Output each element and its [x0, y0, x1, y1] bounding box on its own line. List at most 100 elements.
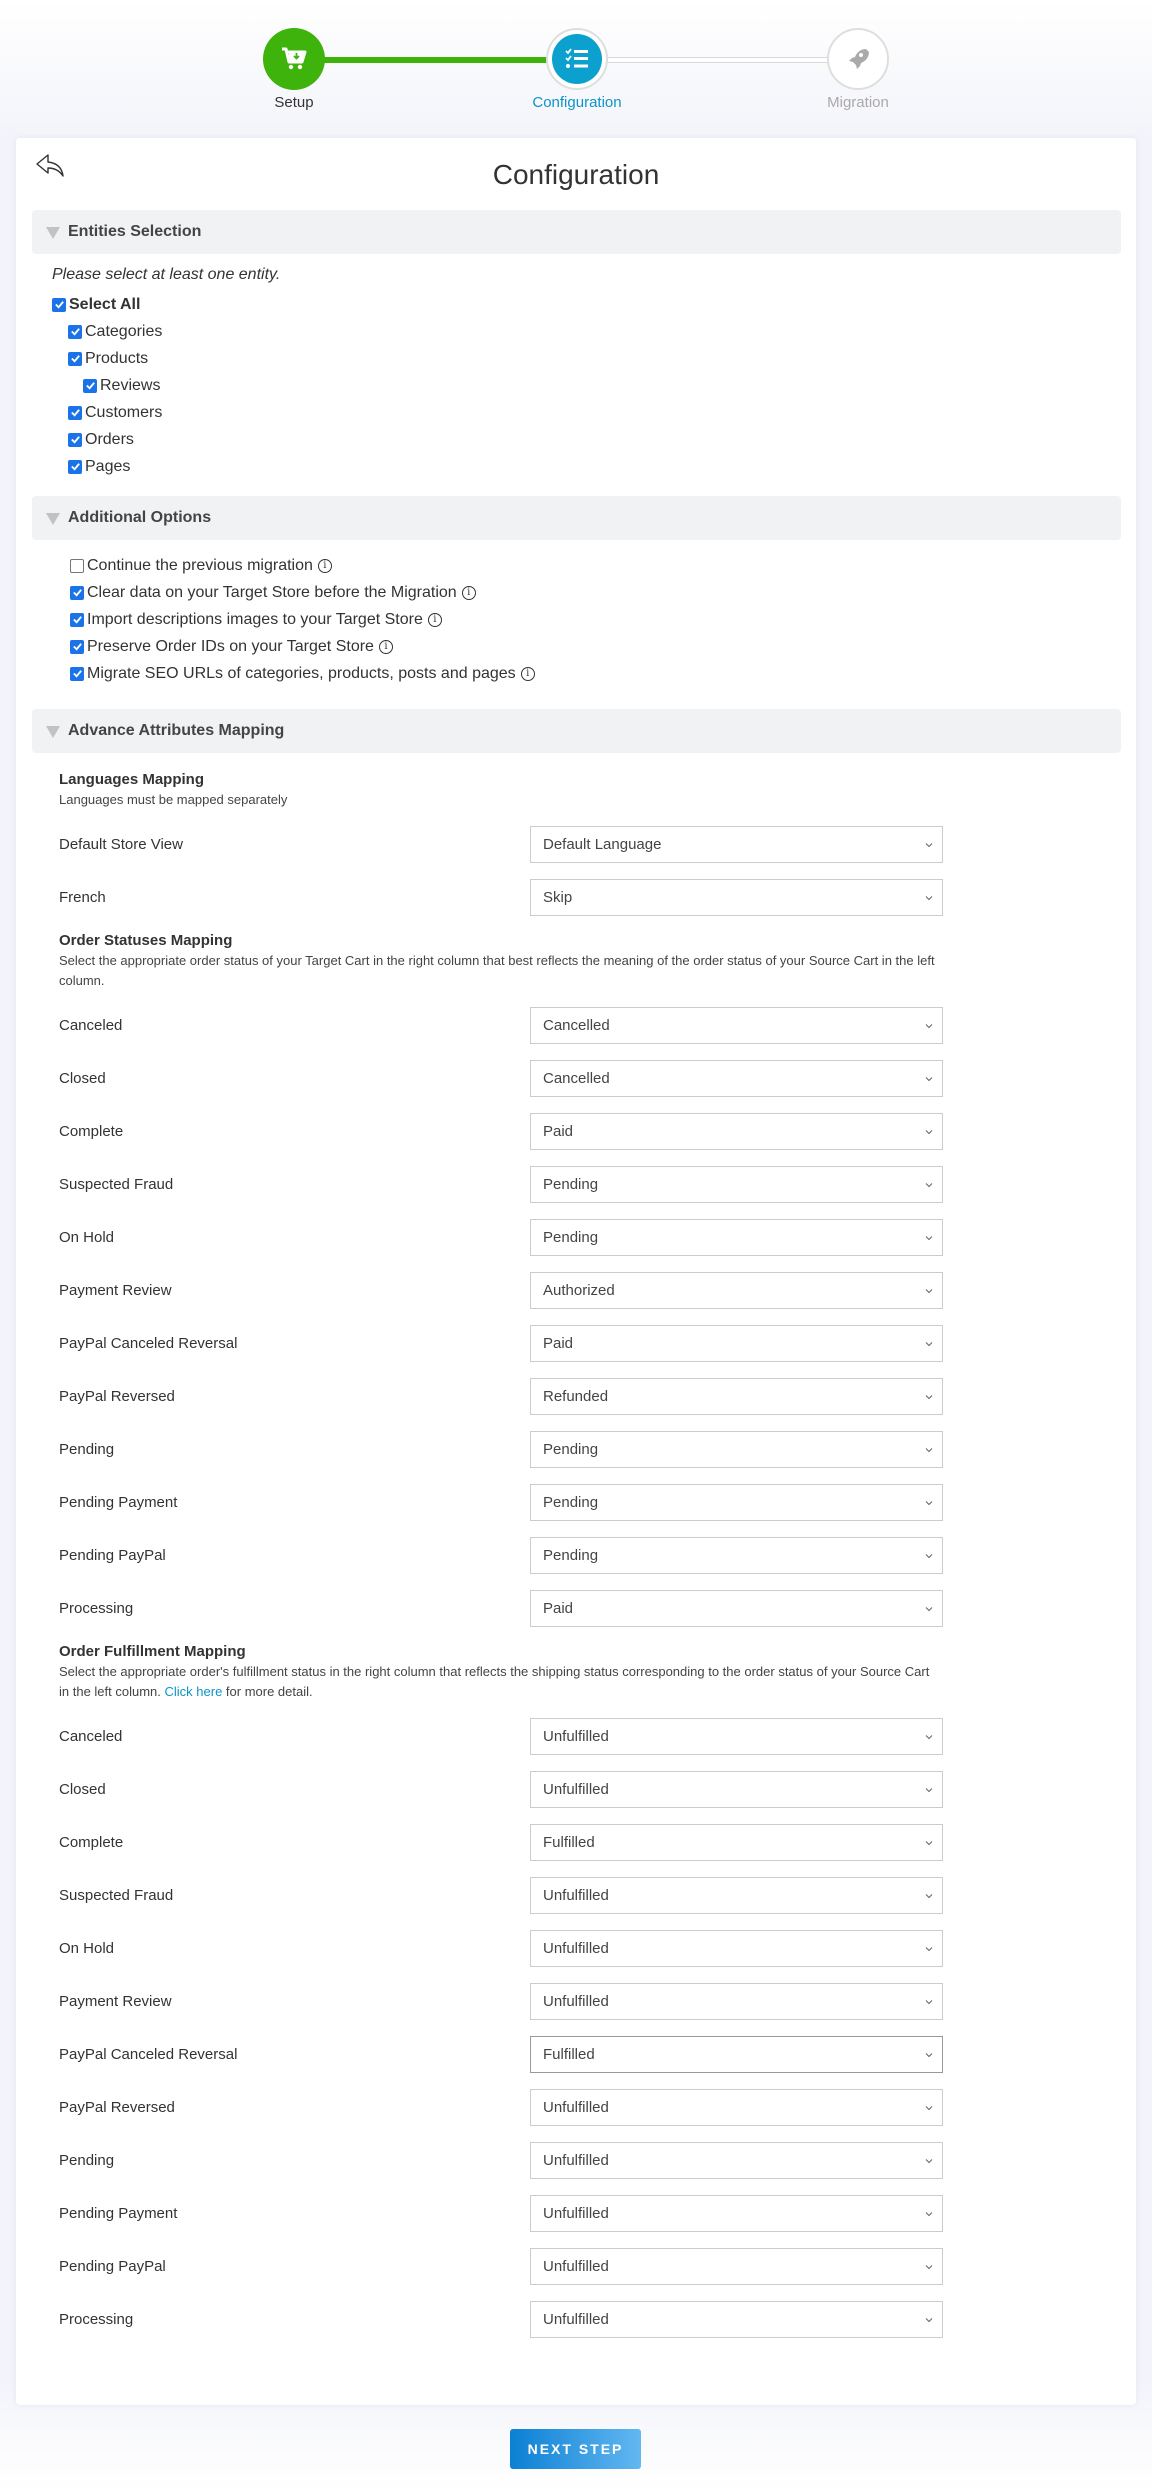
mapping-target-select[interactable]: Cancelled	[530, 1060, 943, 1097]
mapping-row: PayPal Reversed Unfulfilled	[59, 2081, 1136, 2134]
reply-arrow-icon	[36, 154, 64, 177]
click-here-link[interactable]: Click here	[165, 1684, 223, 1699]
mapping-target-select[interactable]: Unfulfilled	[530, 1771, 943, 1808]
select-value: Paid	[543, 1600, 574, 1617]
select-value: Unfulfilled	[543, 2258, 609, 2275]
entity-checkbox[interactable]	[83, 378, 97, 393]
section-header-entities[interactable]: Entities Selection	[32, 210, 1121, 254]
entity-label: Products	[85, 349, 149, 367]
mapping-target-select[interactable]: Cancelled	[530, 1007, 943, 1044]
chevron-down-icon	[925, 842, 933, 847]
checkmark-icon	[72, 589, 82, 597]
mapping-target-select[interactable]: Unfulfilled	[530, 2248, 943, 2285]
info-icon[interactable]: i	[317, 558, 332, 573]
info-icon[interactable]: i	[461, 585, 476, 600]
mapping-row: PayPal Reversed Refunded	[59, 1370, 1136, 1423]
order-statuses-rows: Canceled Cancelled Closed Cancelled Complete…	[59, 999, 1136, 1635]
mapping-target-select[interactable]: Pending	[530, 1166, 943, 1203]
select-value: Refunded	[543, 1388, 609, 1405]
info-icon[interactable]: i	[378, 639, 393, 654]
mapping-target-select[interactable]: Unfulfilled	[530, 2142, 943, 2179]
mapping-target-select[interactable]: Pending	[530, 1537, 943, 1574]
entity-checkbox[interactable]	[68, 405, 82, 420]
option-checkbox[interactable]	[70, 585, 84, 600]
mapping-target-select[interactable]: Unfulfilled	[530, 1930, 943, 1967]
chevron-down-icon	[925, 1500, 933, 1505]
option-checkbox[interactable]	[70, 612, 84, 627]
mapping-target-select[interactable]: Unfulfilled	[530, 2089, 943, 2126]
mapping-target-select[interactable]: Unfulfilled	[530, 1983, 943, 2020]
back-button[interactable]	[34, 152, 68, 180]
option-checkbox[interactable]	[70, 558, 84, 573]
mapping-source-label: On Hold	[59, 1229, 115, 1246]
section-header-additional-options[interactable]: Additional Options	[32, 496, 1121, 540]
select-value: Pending	[543, 1176, 599, 1193]
step-migration[interactable]: Migration	[788, 28, 928, 111]
order-fulfillment-title: Order Fulfillment Mapping	[59, 1643, 246, 1660]
next-step-button[interactable]: NEXT STEP	[510, 2429, 641, 2469]
select-value: Unfulfilled	[543, 1940, 609, 1957]
mapping-source-label: Processing	[59, 2311, 134, 2328]
mapping-source-label: Default Store View	[59, 836, 183, 853]
checkmark-icon	[72, 616, 82, 624]
mapping-target-select[interactable]: Unfulfilled	[530, 2195, 943, 2232]
step-configuration[interactable]: Configuration	[507, 28, 647, 111]
select-value: Unfulfilled	[543, 1781, 609, 1798]
mapping-target-select[interactable]: Pending	[530, 1219, 943, 1256]
mapping-target-select[interactable]: Paid	[530, 1113, 943, 1150]
info-icon[interactable]: i	[427, 612, 442, 627]
mapping-target-select[interactable]: Pending	[530, 1484, 943, 1521]
mapping-target-select[interactable]: Unfulfilled	[530, 1718, 943, 1755]
entity-label: Customers	[85, 403, 163, 421]
mapping-target-select[interactable]: Fulfilled	[530, 2036, 943, 2073]
option-checkbox[interactable]	[70, 639, 84, 654]
select-value: Authorized	[543, 1282, 615, 1299]
checkmark-icon	[70, 409, 80, 417]
mapping-target-select[interactable]: Authorized	[530, 1272, 943, 1309]
cart-download-icon	[282, 47, 307, 70]
select-all-label: Select All	[69, 295, 141, 313]
mapping-row: Processing Paid	[59, 1582, 1136, 1635]
mapping-target-select[interactable]: Paid	[530, 1325, 943, 1362]
mapping-target-select[interactable]: Unfulfilled	[530, 1877, 943, 1914]
mapping-target-select[interactable]: Refunded	[530, 1378, 943, 1415]
section-header-advance-mapping[interactable]: Advance Attributes Mapping	[32, 709, 1121, 753]
collapse-triangle-icon	[46, 726, 60, 738]
mapping-row: Default Store View Default Language	[59, 818, 1136, 871]
mapping-target-select[interactable]: Unfulfilled	[530, 2301, 943, 2338]
mapping-row: Canceled Unfulfilled	[59, 1710, 1136, 1763]
option-label: Clear data on your Target Store before t…	[87, 583, 457, 601]
mapping-target-select[interactable]: Paid	[530, 1590, 943, 1627]
mapping-target-select[interactable]: Skip	[530, 879, 943, 916]
chevron-down-icon	[925, 1341, 933, 1346]
info-icon[interactable]: i	[520, 666, 535, 681]
mapping-source-label: Pending Payment	[59, 1494, 178, 1511]
mapping-row: Payment Review Authorized	[59, 1264, 1136, 1317]
step-configuration-circle	[546, 28, 608, 90]
mapping-row: Pending Payment Unfulfilled	[59, 2187, 1136, 2240]
step-migration-circle	[827, 28, 889, 90]
page-title: Configuration	[492, 159, 660, 190]
mapping-source-label: Closed	[59, 1781, 106, 1798]
chevron-down-icon	[925, 1288, 933, 1293]
mapping-target-select[interactable]: Fulfilled	[530, 1824, 943, 1861]
entity-checkbox[interactable]	[68, 324, 82, 339]
mapping-target-select[interactable]: Pending	[530, 1431, 943, 1468]
mapping-target-select[interactable]: Default Language	[530, 826, 943, 863]
select-value: Unfulfilled	[543, 2152, 609, 2169]
option-label: Continue the previous migration	[87, 556, 313, 574]
mapping-row: Complete Fulfilled	[59, 1816, 1136, 1869]
step-setup[interactable]: Setup	[224, 28, 364, 111]
select-value: Skip	[543, 889, 573, 906]
entity-checkbox[interactable]	[68, 432, 82, 447]
mapping-source-label: Pending	[59, 1441, 115, 1458]
mapping-row: Canceled Cancelled	[59, 999, 1136, 1052]
checklist-icon	[565, 48, 588, 68]
select-value: Paid	[543, 1123, 574, 1140]
entity-checkbox[interactable]	[68, 351, 82, 366]
entity-checkbox[interactable]	[68, 459, 82, 474]
mapping-source-label: PayPal Reversed	[59, 2099, 175, 2116]
select-all-checkbox[interactable]	[52, 297, 66, 312]
option-label: Migrate SEO URLs of categories, products…	[87, 664, 516, 682]
option-checkbox[interactable]	[70, 666, 84, 681]
